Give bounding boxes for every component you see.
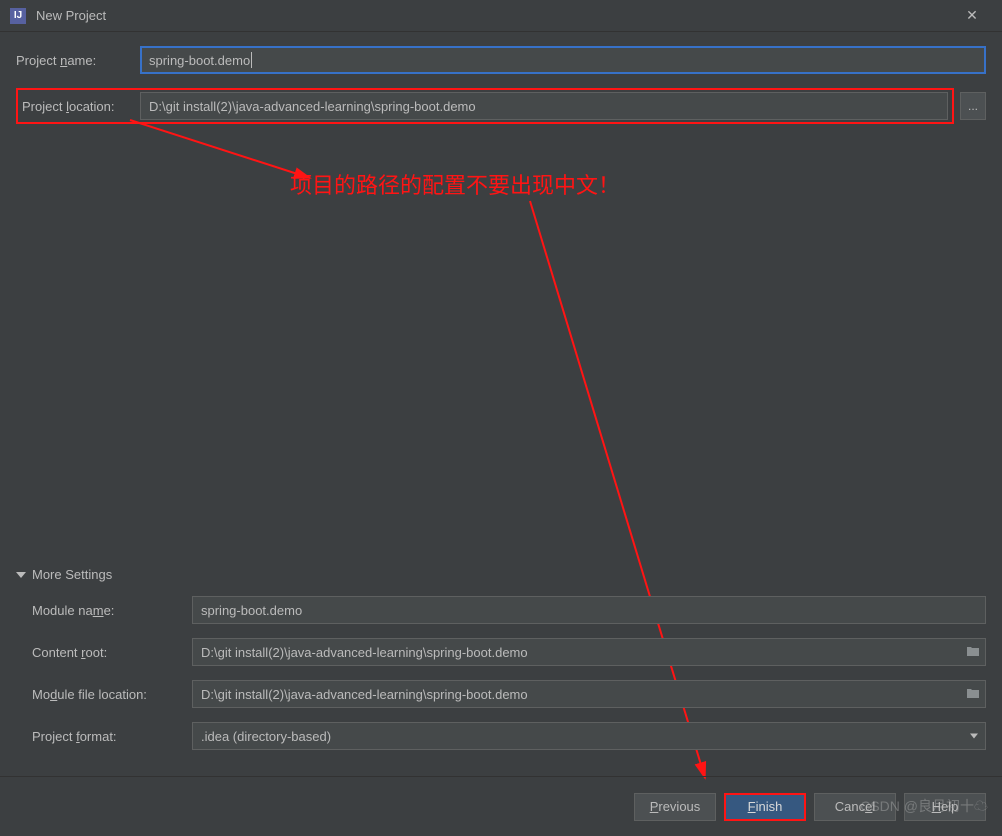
- project-location-label: Project location:: [20, 99, 140, 114]
- module-name-label: Module name:: [32, 603, 192, 618]
- project-name-label: Project name:: [16, 53, 140, 68]
- previous-button[interactable]: Previous: [634, 793, 716, 821]
- module-file-location-input[interactable]: [192, 680, 986, 708]
- folder-icon[interactable]: [966, 644, 980, 660]
- close-icon[interactable]: ✕: [952, 1, 992, 31]
- content-root-row: Content root:: [16, 638, 986, 666]
- chevron-down-icon: [16, 572, 26, 578]
- cancel-button[interactable]: Cancel: [814, 793, 896, 821]
- module-name-row: Module name:: [16, 596, 986, 624]
- project-name-row: Project name: spring-boot.demo: [16, 46, 986, 74]
- content-root-label: Content root:: [32, 645, 192, 660]
- chevron-down-icon: [970, 734, 978, 739]
- help-button[interactable]: Help: [904, 793, 986, 821]
- more-settings-section: More Settings Module name: Content root:…: [16, 567, 986, 764]
- module-file-location-label: Module file location:: [32, 687, 192, 702]
- module-file-location-row: Module file location:: [16, 680, 986, 708]
- project-format-select[interactable]: .idea (directory-based): [192, 722, 986, 750]
- button-bar: Previous Finish Cancel Help: [0, 776, 1002, 836]
- project-location-row: Project location: ...: [16, 88, 986, 124]
- browse-button[interactable]: ...: [960, 92, 986, 120]
- project-format-label: Project format:: [32, 729, 192, 744]
- window-title: New Project: [36, 8, 952, 23]
- module-name-input[interactable]: [192, 596, 986, 624]
- project-location-highlight: Project location:: [16, 88, 954, 124]
- project-format-row: Project format: .idea (directory-based): [16, 722, 986, 750]
- finish-button[interactable]: Finish: [724, 793, 806, 821]
- annotation-arrow-1: [120, 116, 330, 196]
- content-root-input[interactable]: [192, 638, 986, 666]
- titlebar: IJ New Project ✕: [0, 0, 1002, 32]
- app-icon: IJ: [10, 8, 26, 24]
- annotation-text: 项目的路径的配置不要出现中文！: [290, 168, 620, 200]
- project-location-input[interactable]: [140, 92, 948, 120]
- more-settings-toggle[interactable]: More Settings: [16, 567, 986, 582]
- project-name-input[interactable]: spring-boot.demo: [140, 46, 986, 74]
- folder-icon[interactable]: [966, 686, 980, 702]
